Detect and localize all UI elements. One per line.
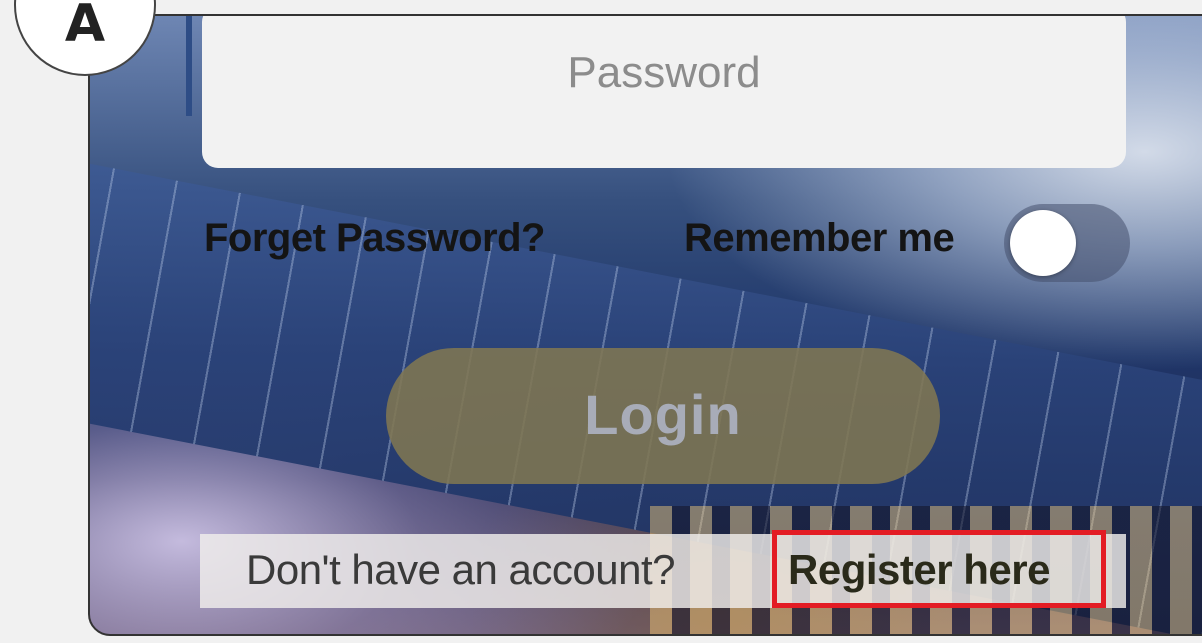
toggle-switch-icon: [1010, 210, 1076, 276]
figure-stage: A Password Forget Password? Remember me …: [0, 0, 1202, 643]
app-screen: Password Forget Password? Remember me Lo…: [88, 14, 1202, 636]
login-button-label: Login: [584, 383, 742, 446]
background-pole: [186, 16, 192, 116]
password-placeholder: Password: [567, 48, 761, 97]
remember-me-toggle[interactable]: [1004, 204, 1130, 282]
password-input[interactable]: Password: [202, 16, 1126, 168]
forget-password-link[interactable]: Forget Password?: [204, 216, 545, 261]
panel-label: A: [64, 0, 106, 54]
no-account-text: Don't have an account?: [246, 546, 676, 593]
register-here-link[interactable]: Register here: [788, 546, 1050, 594]
login-button[interactable]: Login: [386, 348, 940, 484]
remember-me-label: Remember me: [684, 216, 955, 260]
register-prompt: Don't have an account? Register here: [200, 534, 1126, 608]
